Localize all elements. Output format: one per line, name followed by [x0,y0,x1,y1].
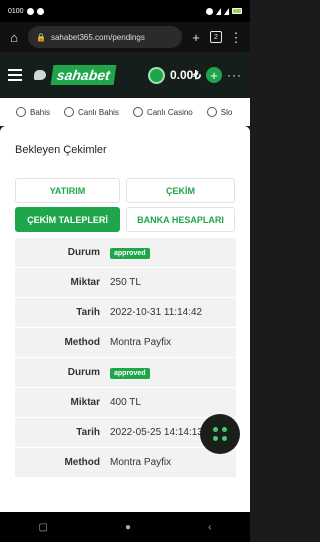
tab-switcher-button[interactable]: 2 [210,31,222,43]
date-label: Tarih [76,307,100,318]
tab-withdraw-requests[interactable]: ÇEKİM TALEPLERİ [15,207,120,232]
android-nav-bar: ▢ ● ‹ [0,512,250,542]
home-button-icon[interactable]: ● [125,522,131,533]
lock-icon: 🔒 [36,32,46,42]
table-row: Method Montra Payfix [15,448,236,478]
table-row: Durum approved [15,238,236,268]
battery-icon [232,8,242,14]
menu-kebab-icon[interactable]: ⋮ [228,31,244,44]
method-value: Montra Payfix [110,337,172,348]
date-value: 2022-05-25 14:14:13 [110,427,203,438]
nav-item-canli-casino[interactable]: Canlı Casino [132,107,193,117]
deposit-plus-button[interactable]: + [206,67,222,83]
recent-apps-icon[interactable]: ▢ [39,522,48,533]
tab-withdraw[interactable]: ÇEKİM [126,178,235,203]
table-row: Miktar 400 TL [15,388,236,418]
status-time: 0100 [8,7,24,15]
tab-bank-accounts[interactable]: BANKA HESAPLARI [126,207,235,232]
main-content: Bekleyen Çekimler YATIRIM ÇEKİM ÇEKİM TA… [0,126,250,512]
date-value: 2022-10-31 11:14:42 [110,307,203,318]
notification-icon [36,7,44,15]
site-logo[interactable]: sahabet [50,65,117,85]
quick-menu-button[interactable] [200,414,240,454]
address-bar[interactable]: 🔒 sahabet365.com/pendings [28,26,182,48]
status-badge: approved [110,367,150,379]
url-text: sahabet365.com/pendings [50,32,145,42]
logo-text: sahabet [50,65,117,85]
table-row: Method Montra Payfix [15,328,236,358]
hamburger-menu-icon[interactable] [8,69,22,81]
status-badge: approved [110,247,150,259]
status-label: Durum [67,247,100,258]
back-icon[interactable]: ‹ [208,522,211,533]
notification-icon [26,7,34,15]
nav-item-label: Canlı Bahis [78,107,119,117]
nav-item-canli-bahis[interactable]: Canlı Bahis [64,107,119,117]
amount-value: 400 TL [110,397,141,408]
method-value: Montra Payfix [110,457,172,468]
clock-icon [64,107,75,117]
football-icon [16,107,26,117]
amount-label: Miktar [70,397,100,408]
signal-icon [224,7,229,15]
table-row: Tarih 2022-10-31 11:14:42 [15,298,236,328]
nav-item-label: Bahis [30,107,51,117]
account-icon[interactable] [148,66,165,84]
grid-dots-icon [213,427,227,441]
home-icon[interactable]: ⌂ [6,31,22,44]
status-label: Durum [67,367,100,378]
table-row: Miktar 250 TL [15,268,236,298]
page-title: Bekleyen Çekimler [15,144,107,156]
site-header: sahabet 0.00₺ + ··· [0,52,250,98]
nav-item-bahis[interactable]: Bahis [16,107,50,117]
tab-deposit[interactable]: YATIRIM [15,178,120,203]
new-tab-icon[interactable]: + [188,31,204,44]
amount-value: 250 TL [110,277,141,288]
table-row: Durum approved [15,358,236,388]
nav-item-slot[interactable]: Slo [206,107,233,117]
category-nav: Bahis Canlı Bahis Canlı Casino Slo [0,98,250,126]
balance-display: 0.00₺ [170,68,201,82]
method-label: Method [64,337,100,348]
casino-chip-icon [132,107,143,117]
browser-toolbar: ⌂ 🔒 sahabet365.com/pendings + 2 ⋮ [0,22,250,52]
nav-item-label: Slo [220,107,233,117]
amount-label: Miktar [70,277,100,288]
status-bar: 0100 [0,0,250,22]
method-label: Method [64,457,100,468]
alarm-icon [206,7,213,15]
wifi-icon [216,7,221,15]
slot-icon [206,107,217,117]
date-label: Tarih [76,427,100,438]
more-icon[interactable]: ··· [227,68,242,82]
chat-icon[interactable] [34,70,46,80]
nav-item-label: Canlı Casino [146,107,193,117]
